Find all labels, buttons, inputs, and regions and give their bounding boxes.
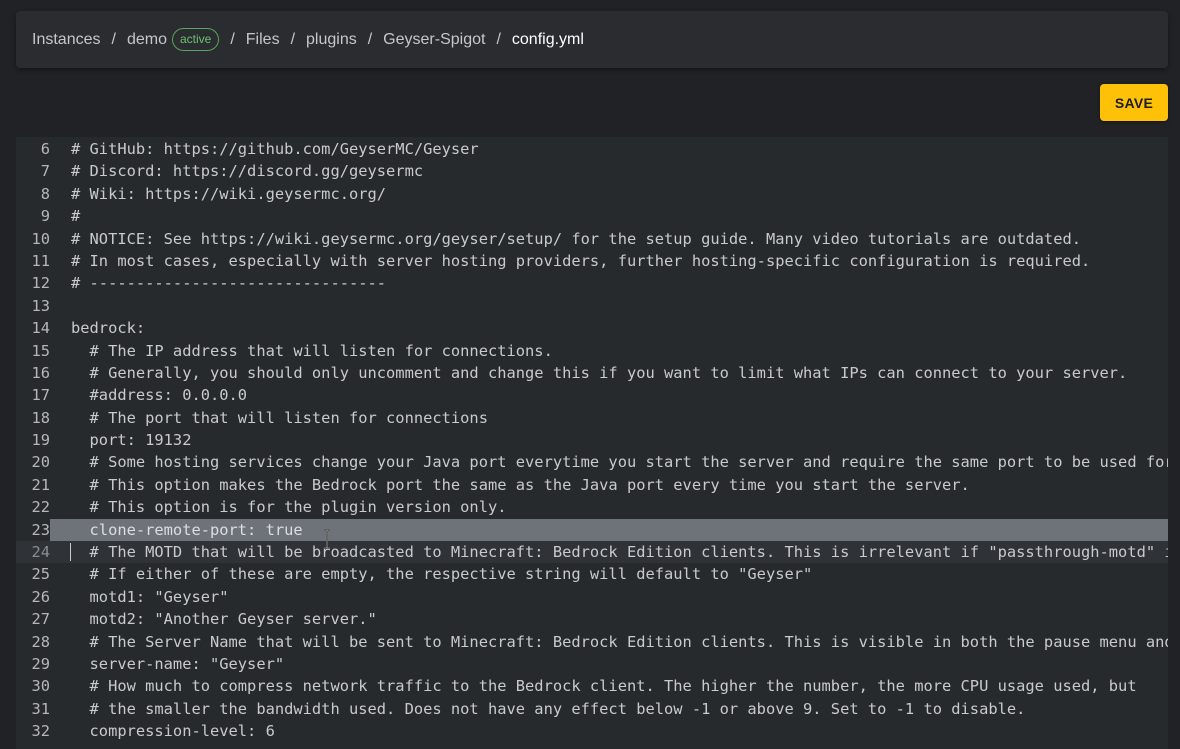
line-number: 32 <box>31 722 50 741</box>
code-line[interactable]: 21 # This option makes the Bedrock port … <box>16 474 1168 496</box>
code-line[interactable]: 12 # -------------------------------- <box>16 272 1168 294</box>
code-editor[interactable]: 6 # GitHub: https://github.com/GeyserMC/G… <box>16 137 1168 749</box>
save-button[interactable]: SAVE <box>1100 84 1168 121</box>
code-line[interactable]: 15 # The IP address that will listen for… <box>16 340 1168 362</box>
code-text[interactable]: # GitHub: https://github.com/GeyserMC/Ge… <box>50 138 479 160</box>
line-number: 23 <box>31 520 50 539</box>
code-line[interactable]: 26 motd1: "Geyser" <box>16 586 1168 608</box>
code-line[interactable]: 14 bedrock: <box>16 317 1168 339</box>
breadcrumb-current-file: config.yml <box>511 30 584 48</box>
code-line[interactable]: 30 # How much to compress network traffi… <box>16 675 1168 697</box>
code-text[interactable]: # Generally, you should only uncomment a… <box>50 362 1128 384</box>
code-line[interactable]: 10 # NOTICE: See https://wiki.geysermc.or… <box>16 228 1168 250</box>
line-number: 15 <box>31 341 50 360</box>
code-text[interactable]: port: 19132 <box>50 429 192 451</box>
code-text[interactable]: compression-level: 6 <box>50 720 275 742</box>
code-text[interactable]: # -------------------------------- <box>50 272 386 294</box>
code-text[interactable]: server-name: "Geyser" <box>50 653 285 675</box>
status-badge: active <box>171 28 220 51</box>
text-cursor-icon <box>324 529 330 549</box>
code-line[interactable]: 27 motd2: "Another Geyser server." <box>16 608 1168 630</box>
code-text[interactable]: motd2: "Another Geyser server." <box>50 608 377 630</box>
line-number: 11 <box>31 251 50 270</box>
code-line[interactable]: 31 # the smaller the bandwidth used. Doe… <box>16 698 1168 720</box>
code-text[interactable]: # <box>50 205 80 227</box>
breadcrumb-plugins[interactable]: plugins <box>306 31 357 49</box>
line-number: 7 <box>40 162 50 181</box>
code-line[interactable]: 16 # Generally, you should only uncommen… <box>16 362 1168 384</box>
code-line[interactable]: 19 port: 19132 <box>16 429 1168 451</box>
breadcrumb-separator: / <box>496 30 501 48</box>
code-line[interactable]: 22 # This option is for the plugin versi… <box>16 496 1168 518</box>
code-text[interactable]: # Wiki: https://wiki.geysermc.org/ <box>50 183 386 205</box>
code-line[interactable]: 8 # Wiki: https://wiki.geysermc.org/ <box>16 183 1168 205</box>
breadcrumb-separator: / <box>367 30 373 48</box>
line-number: 20 <box>31 453 50 472</box>
code-line[interactable]: 17 #address: 0.0.0.0 <box>16 384 1168 406</box>
breadcrumb-demo[interactable]: demo <box>127 31 167 49</box>
code-text[interactable]: bedrock: <box>50 317 145 339</box>
code-text[interactable]: # The IP address that will listen for co… <box>50 340 553 362</box>
code-line[interactable]: 23 clone-remote-port: true <box>16 518 1168 542</box>
code-text[interactable]: # the smaller the bandwidth used. Does n… <box>50 698 1026 720</box>
line-number: 21 <box>31 475 50 494</box>
line-number: 17 <box>31 386 50 405</box>
line-number: 22 <box>31 498 50 517</box>
breadcrumb-geyser-spigot[interactable]: Geyser-Spigot <box>383 31 485 49</box>
breadcrumb: Instances / demo active / Files / plugin… <box>16 11 1168 68</box>
line-number: 12 <box>31 274 50 293</box>
line-number: 19 <box>31 431 50 450</box>
code-line[interactable]: 11 # In most cases, especially with serve… <box>16 250 1168 272</box>
line-number: 6 <box>40 140 50 158</box>
line-number: 26 <box>31 587 50 606</box>
code-text[interactable]: # If either of these are empty, the resp… <box>50 563 813 585</box>
code-text[interactable]: #address: 0.0.0.0 <box>50 384 248 406</box>
line-number: 13 <box>31 296 50 315</box>
code-line[interactable]: 28 # The Server Name that will be sent t… <box>16 631 1168 653</box>
code-line[interactable]: 24 # The MOTD that will be broadcasted t… <box>16 541 1168 564</box>
code-line[interactable]: 20 # Some hosting services change your J… <box>16 451 1168 473</box>
line-number: 29 <box>31 654 50 673</box>
code-line[interactable]: 7 # Discord: https://discord.gg/geysermc <box>16 160 1168 182</box>
breadcrumb-instances[interactable]: Instances <box>32 31 100 49</box>
code-line[interactable]: 13 <box>16 295 1168 317</box>
line-number: 30 <box>31 677 50 696</box>
code-line[interactable]: 9 # <box>16 205 1168 227</box>
code-line[interactable]: 29 server-name: "Geyser" <box>16 653 1168 675</box>
text-caret <box>70 543 71 562</box>
line-number: 18 <box>31 408 50 427</box>
code-text[interactable]: # The port that will listen for connecti… <box>50 407 488 429</box>
code-text[interactable]: # In most cases, especially with server … <box>50 250 1090 272</box>
code-text[interactable]: # How much to compress network traffic t… <box>50 675 1137 697</box>
code-text[interactable]: # This option makes the Bedrock port the… <box>50 474 970 496</box>
line-number: 9 <box>40 207 50 226</box>
breadcrumb-separator: / <box>111 30 116 48</box>
line-number: 16 <box>31 363 50 382</box>
code-line[interactable]: 32 compression-level: 6 <box>16 720 1168 742</box>
code-text[interactable]: # The MOTD that will be broadcasted to M… <box>50 541 1168 563</box>
code-text[interactable]: # The Server Name that will be sent to M… <box>50 631 1168 653</box>
line-number: 8 <box>40 184 50 203</box>
code-text[interactable]: # Discord: https://discord.gg/geysermc <box>50 160 423 182</box>
code-text[interactable]: clone-remote-port: true <box>50 518 1168 542</box>
code-text[interactable] <box>50 295 71 317</box>
breadcrumb-separator: / <box>290 30 296 48</box>
line-number: 25 <box>31 565 50 584</box>
line-number: 31 <box>31 699 50 718</box>
code-line[interactable]: 6 # GitHub: https://github.com/GeyserMC/G… <box>16 138 1168 160</box>
line-number: 14 <box>31 319 50 338</box>
code-line[interactable]: 18 # The port that will listen for conne… <box>16 407 1168 429</box>
breadcrumb-separator: / <box>230 30 235 48</box>
code-text[interactable]: # NOTICE: See https://wiki.geysermc.org/… <box>50 228 1081 250</box>
line-number: 27 <box>31 610 50 629</box>
line-number: 24 <box>31 543 50 562</box>
code-text[interactable]: motd1: "Geyser" <box>50 586 229 608</box>
line-number: 10 <box>31 229 50 248</box>
breadcrumb-files[interactable]: Files <box>246 31 280 49</box>
code-line[interactable]: 25 # If either of these are empty, the r… <box>16 563 1168 585</box>
code-text[interactable]: # This option is for the plugin version … <box>50 496 507 518</box>
code-text[interactable]: # Some hosting services change your Java… <box>50 451 1168 473</box>
line-number: 28 <box>31 632 50 651</box>
